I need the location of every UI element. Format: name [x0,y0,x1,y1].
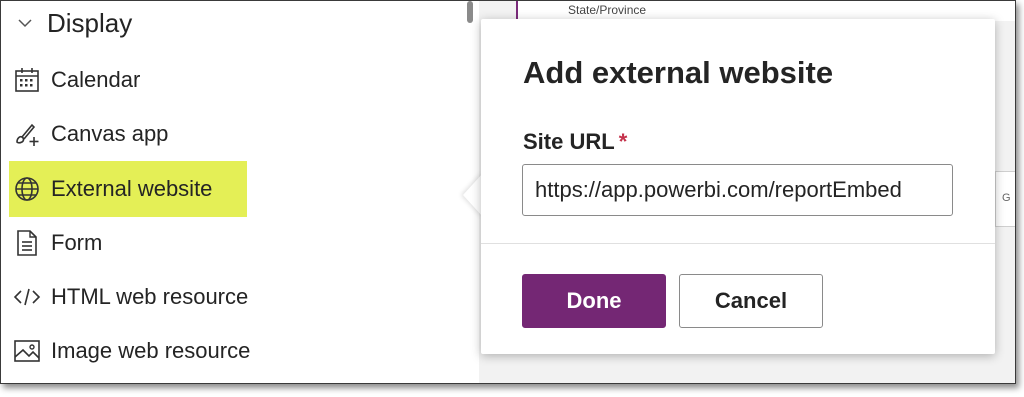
site-url-label-text: Site URL [523,129,615,154]
background-field-fragment-text: G [1002,192,1011,204]
cancel-button[interactable]: Cancel [679,274,823,328]
sidebar-item-label: Canvas app [51,121,169,146]
image-icon [13,337,41,365]
done-button[interactable]: Done [522,274,666,328]
sidebar-item-label: Calendar [51,67,141,92]
sidebar-item-label: Form [51,230,103,255]
sidebar-item-label: External website [51,176,213,201]
sidebar-item-image-web-resource[interactable]: Image web resource [9,323,429,379]
background-field-fragment: G [995,171,1015,227]
sidebar-item-form[interactable]: Form [9,215,429,271]
calendar-icon [13,66,41,94]
site-url-label: Site URL * [523,129,627,155]
section-title: Display [47,7,133,38]
background-state-province-label: State/Province [568,3,647,17]
form-icon [13,229,41,257]
display-section-header[interactable]: Display [17,5,132,41]
required-indicator: * [618,129,628,154]
sidebar-item-external-website[interactable]: External website [9,161,247,217]
dialog-divider [481,243,995,244]
sidebar-item-label: Image web resource [51,338,251,363]
sidebar-item-label: HTML web resource [51,284,249,309]
dialog-title: Add external website [523,55,834,90]
panel-scrollbar-thumb[interactable] [467,1,473,23]
site-url-input[interactable] [522,164,953,216]
add-external-website-dialog: Add external website Site URL* Done Canc… [481,19,995,354]
callout-beak [463,173,483,217]
sidebar-item-calendar[interactable]: Calendar [9,52,429,108]
globe-icon [13,175,41,203]
code-icon [13,283,41,311]
chevron-down-icon [18,19,32,28]
brush-add-icon [13,120,41,148]
screenshot-frame: State/Province G Display Calendar Canvas… [0,0,1016,384]
sidebar-item-canvas-app[interactable]: Canvas app [9,106,429,162]
sidebar-item-html-web-resource[interactable]: HTML web resource [9,269,429,325]
components-panel: Display Calendar Canvas app External web… [1,1,477,383]
